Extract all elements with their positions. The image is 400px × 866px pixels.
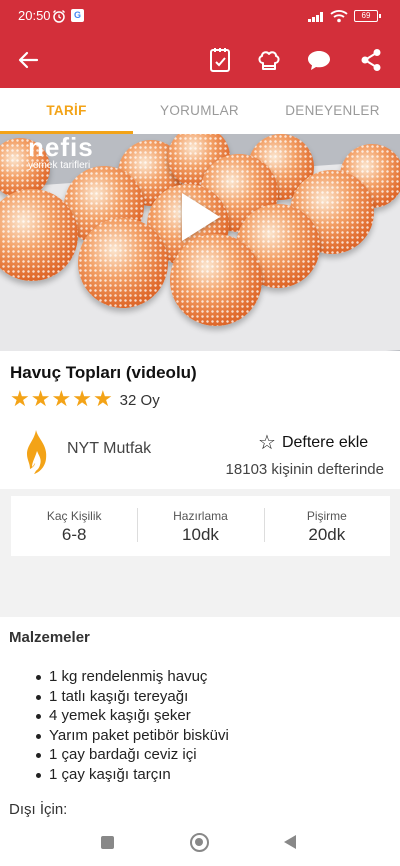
status-time: 20:50 — [18, 8, 51, 23]
battery-indicator: 69 — [354, 10, 381, 22]
author-name[interactable]: NYT Mutfak — [67, 440, 151, 458]
stat-label: Hazırlama — [173, 509, 228, 523]
list-item: 1 çay bardağı ceviz içi — [36, 745, 229, 765]
stat-label: Pişirme — [306, 509, 347, 523]
alarm-icon — [53, 10, 65, 23]
notebook-icon — [210, 48, 230, 72]
star-icon: ★ — [51, 387, 72, 412]
stat-prep-time: Hazırlama 10dk — [137, 496, 263, 556]
tab-recipe[interactable]: TARİF — [0, 88, 133, 134]
recipe-info: Havuç Topları (videolu) ★ ★ ★ ★ ★ 32 Oy … — [0, 351, 400, 489]
add-to-book-label: Deftere ekle — [281, 433, 369, 451]
tab-triers[interactable]: DENEYENLER — [266, 88, 399, 134]
tab-comments[interactable]: YORUMLAR — [133, 88, 266, 134]
play-icon[interactable] — [182, 193, 220, 241]
list-item: 1 çay kaşığı tarçın — [36, 765, 229, 785]
star-icon: ★ — [10, 387, 30, 412]
list-item: 1 tatlı kaşığı tereyağı — [36, 687, 229, 707]
recipe-stats: Kaç Kişilik 6-8 Hazırlama 10dk Pişirme 2… — [11, 496, 390, 556]
add-to-book-button[interactable]: ☆ Deftere ekle — [258, 430, 368, 455]
ingredients-subsection: Dışı İçin: — [9, 801, 68, 818]
google-app-icon: G — [71, 9, 84, 22]
stat-cook-time: Pişirme 20dk — [263, 496, 390, 556]
share-icon — [361, 49, 381, 71]
star-outline-icon: ☆ — [258, 432, 276, 454]
rating: ★ ★ ★ ★ ★ 32 Oy — [10, 389, 160, 411]
back-arrow-icon — [18, 51, 39, 69]
share-button[interactable] — [353, 42, 389, 78]
stat-value: 6-8 — [61, 525, 87, 544]
list-item: 4 yemek kaşığı şeker — [36, 706, 229, 726]
chef-hat-icon — [258, 51, 280, 70]
stat-value: 10dk — [182, 525, 219, 544]
carrot-ball — [170, 234, 262, 326]
comments-button[interactable] — [301, 42, 337, 78]
star-icon: ★ — [92, 387, 113, 412]
recipe-notebook-button[interactable] — [202, 42, 238, 78]
back-button[interactable] — [10, 42, 46, 78]
recipe-tabs: TARİF YORUMLAR DENEYENLER — [0, 88, 400, 134]
chef-button[interactable] — [251, 42, 287, 78]
status-bar: 20:50 G 69 — [0, 0, 400, 32]
nefis-logo: nefis yemek tarifleri — [28, 134, 94, 171]
star-icon: ★ — [72, 387, 92, 412]
signal-icon — [308, 12, 323, 22]
list-item: 1 kg rendelenmiş havuç — [36, 667, 229, 687]
ingredients-list: 1 kg rendelenmiş havuç 1 tatlı kaşığı te… — [36, 667, 229, 784]
home-button[interactable] — [190, 833, 209, 852]
recipe-title: Havuç Topları (videolu) — [10, 363, 197, 382]
app-toolbar — [0, 32, 400, 88]
carrot-ball — [78, 218, 168, 308]
stat-label: Kaç Kişilik — [46, 509, 102, 523]
stat-servings: Kaç Kişilik 6-8 — [11, 496, 137, 556]
recents-button[interactable] — [101, 836, 114, 849]
stat-value: 20dk — [308, 525, 346, 544]
logo-subtitle: yemek tarifleri — [28, 160, 91, 171]
vote-count: 32 Oy — [119, 391, 160, 409]
star-icon: ★ — [30, 387, 51, 412]
book-count: 18103 kişinin defterinde — [225, 461, 384, 478]
list-item: Yarım paket petibör bisküvi — [36, 726, 229, 746]
chat-bubble-icon — [308, 51, 330, 70]
ingredients-section: Malzemeler 1 kg rendelenmiş havuç 1 tatl… — [0, 617, 400, 837]
system-nav-bar — [0, 820, 400, 866]
flame-icon[interactable] — [22, 429, 50, 475]
logo-main: nefis — [28, 134, 94, 162]
system-back-button[interactable] — [284, 835, 296, 849]
recipe-video[interactable]: nefis yemek tarifleri — [0, 134, 400, 351]
wifi-icon — [330, 10, 348, 23]
ingredients-title: Malzemeler — [9, 629, 90, 646]
